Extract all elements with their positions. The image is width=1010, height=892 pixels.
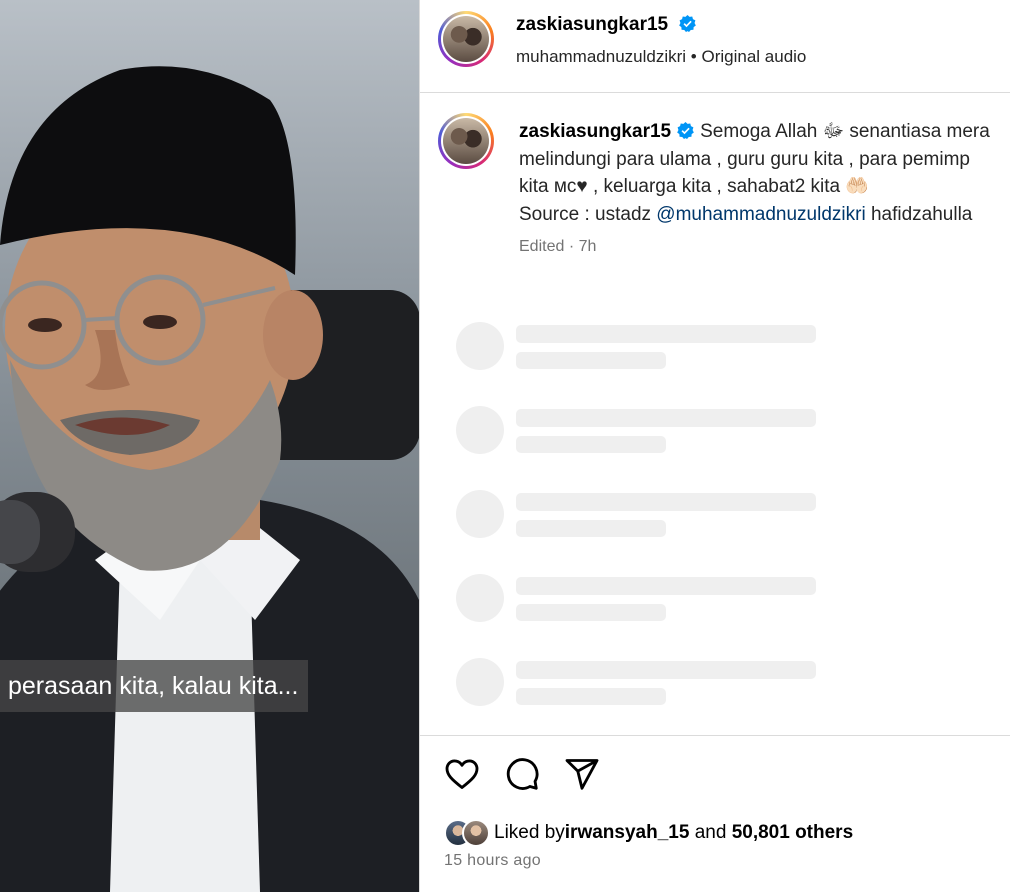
author-username[interactable]: zaskiasungkar15 [516, 14, 668, 35]
likes-summary: Liked by irwansyah_15 and 50,801 others [444, 816, 853, 850]
post-timestamp: 15 hours ago [444, 852, 542, 869]
audio-label[interactable]: Original audio [701, 47, 806, 66]
post-header: zaskiasungkar15 muhammadnuzuldzikri • Or… [420, 0, 1010, 93]
comment-skeleton [456, 658, 836, 708]
caption-line-4: Source : ustadz @muhammadnuzuldzikri haf… [519, 203, 973, 225]
liker-avatar [462, 819, 490, 847]
likes-count[interactable]: 50,801 others [732, 822, 853, 844]
verified-icon [677, 122, 694, 139]
share-icon[interactable] [564, 756, 600, 792]
caption-line-3: kita ᴍᴄ♥ , keluarga kita , sahabat2 kita… [519, 176, 870, 197]
post-caption: zaskiasungkar15 Semoga Allah ﷻ senantias… [519, 118, 1010, 228]
post-details-panel: zaskiasungkar15 muhammadnuzuldzikri • Or… [420, 0, 1010, 892]
video-frame [0, 66, 419, 892]
caption-author-avatar[interactable] [438, 113, 494, 169]
author-username-row: zaskiasungkar15 [516, 14, 697, 36]
caption-mention-link[interactable]: @muhammadnuzuldzikri [656, 204, 865, 225]
heart-icon[interactable] [444, 756, 480, 792]
video-player[interactable]: perasaan kita, kalau kita... [0, 0, 419, 892]
verified-icon [679, 15, 697, 32]
comment-skeleton [456, 574, 836, 624]
comment-skeleton [456, 406, 836, 456]
audio-username[interactable]: muhammadnuzuldzikri [516, 47, 686, 66]
comment-skeleton [456, 490, 836, 540]
liker-username[interactable]: irwansyah_15 [565, 822, 690, 844]
caption-meta: Edited · 7h [519, 238, 597, 255]
audio-info: muhammadnuzuldzikri • Original audio [516, 47, 807, 66]
caption-line-2: melindungi para ulama , guru guru kita ,… [519, 148, 970, 170]
caption-username[interactable]: zaskiasungkar15 [519, 121, 671, 142]
comment-skeleton [456, 322, 836, 372]
footer-divider [420, 735, 1010, 736]
video-subtitle: perasaan kita, kalau kita... [0, 660, 309, 712]
caption-line-1: zaskiasungkar15 Semoga Allah ﷻ senantias… [519, 121, 990, 142]
comment-icon[interactable] [504, 756, 540, 792]
author-avatar[interactable] [438, 11, 494, 67]
